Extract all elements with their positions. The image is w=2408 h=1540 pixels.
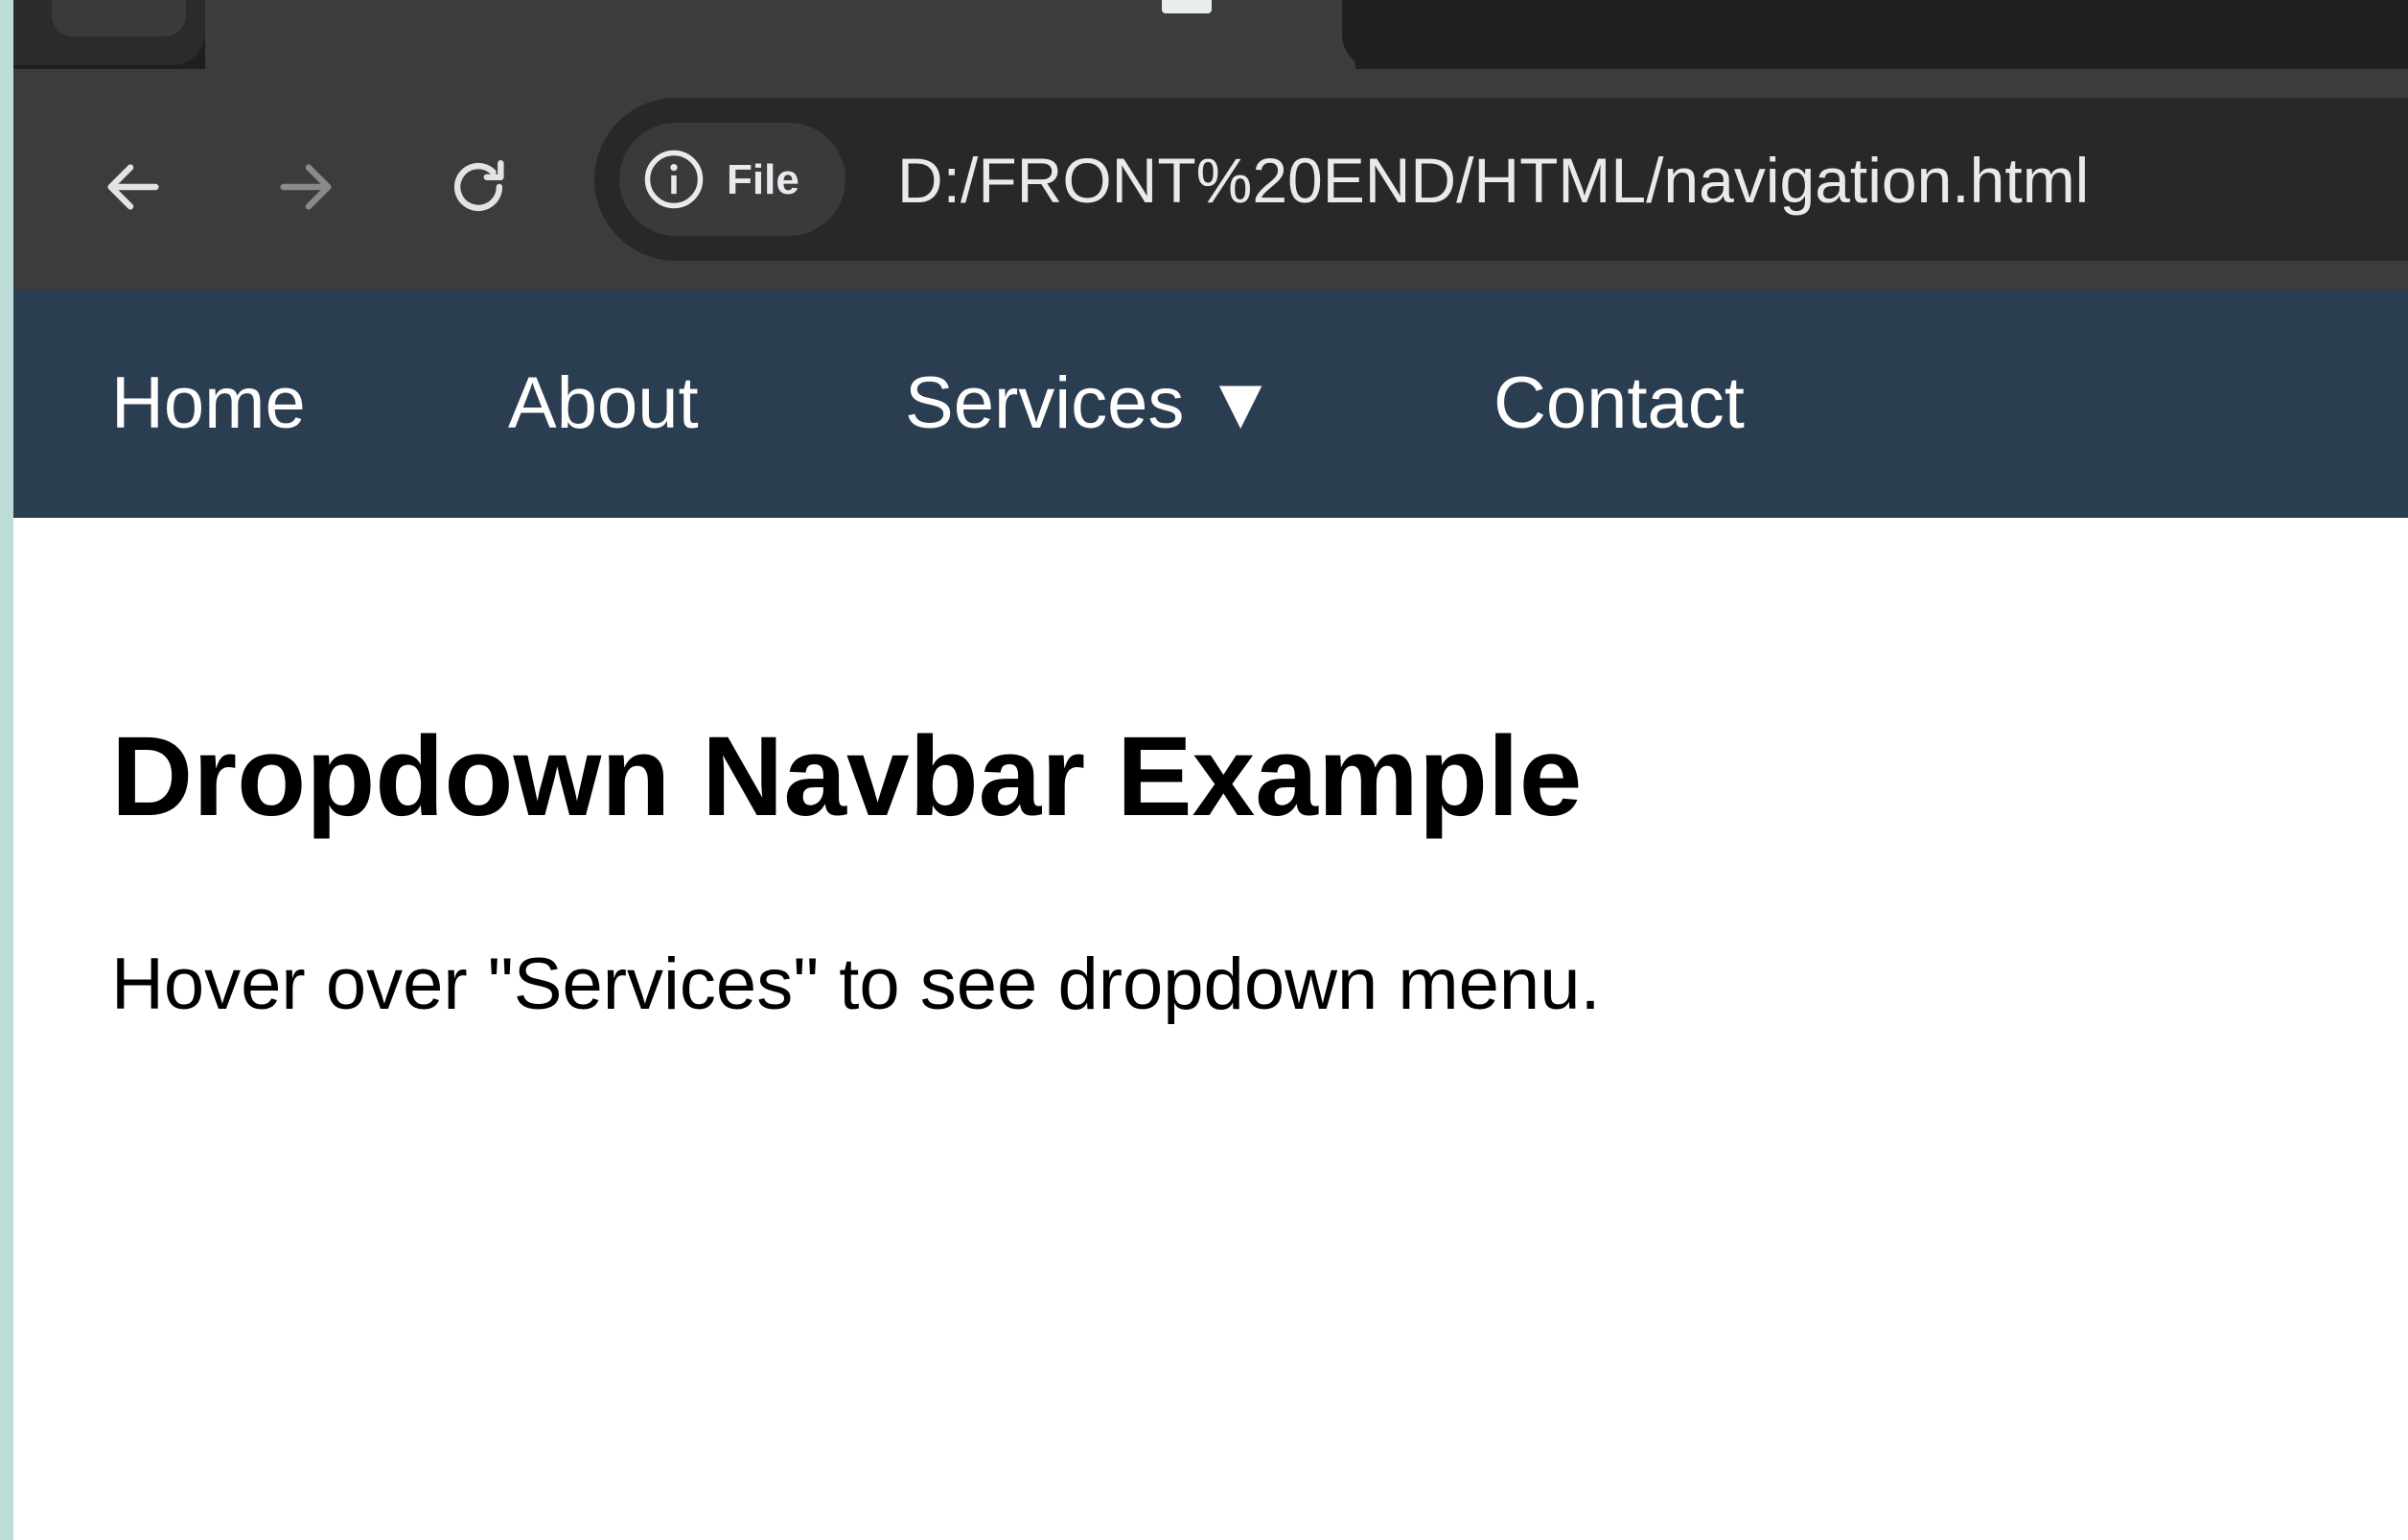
back-button[interactable] xyxy=(81,134,186,240)
arrow-left-icon xyxy=(107,164,159,210)
inactive-tab-edge[interactable] xyxy=(13,0,205,65)
info-icon xyxy=(644,150,704,209)
nav-link-services-dropdown[interactable]: Services ▼ xyxy=(905,290,1277,518)
tab-strip xyxy=(13,0,2408,69)
address-bar[interactable]: File D:/FRONT%20END/HTML/navigation.html xyxy=(594,98,2408,261)
tab-strip-empty-area[interactable] xyxy=(1342,0,2408,69)
forward-button[interactable] xyxy=(253,134,359,240)
reload-icon xyxy=(453,160,504,212)
url-text[interactable]: D:/FRONT%20END/HTML/navigation.html xyxy=(897,144,2089,217)
nav-link-home[interactable]: Home xyxy=(111,290,306,518)
site-chip-label: File xyxy=(727,156,799,203)
nav-link-about[interactable]: About xyxy=(508,290,699,518)
page-description: Hover over "Services" to see dropdown me… xyxy=(111,944,1601,1025)
arrow-right-icon xyxy=(280,164,332,210)
inactive-tab[interactable] xyxy=(52,0,186,36)
site-info-chip[interactable]: File xyxy=(619,123,845,236)
page-title: Dropdown Navbar Example xyxy=(111,713,1583,840)
tab-drag-handle[interactable] xyxy=(1162,0,1212,13)
browser-window: File D:/FRONT%20END/HTML/navigation.html… xyxy=(13,0,2408,1540)
nav-link-contact[interactable]: Contact xyxy=(1493,290,1745,518)
browser-toolbar: File D:/FRONT%20END/HTML/navigation.html xyxy=(13,69,2408,290)
site-navbar: Home About Services ▼ Contact xyxy=(13,290,2408,518)
reload-button[interactable] xyxy=(426,134,531,240)
